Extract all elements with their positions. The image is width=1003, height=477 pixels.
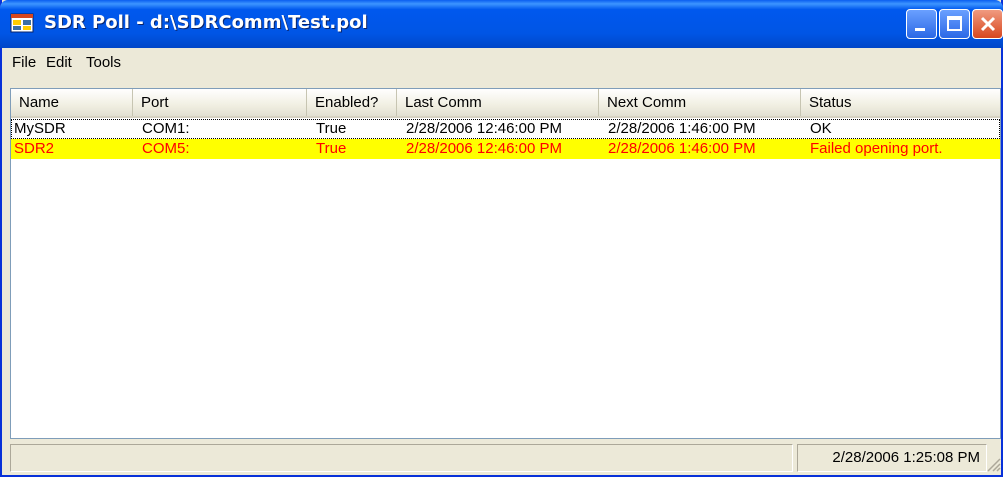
close-button[interactable] [972,9,1003,39]
close-icon [980,16,996,32]
column-header-last-comm[interactable]: Last Comm [397,89,599,116]
maximize-icon [947,16,962,31]
cell-last-comm: 2/28/2006 12:46:00 PM [406,120,562,137]
cell-next-comm: 2/28/2006 1:46:00 PM [608,140,756,157]
title-bar[interactable]: SDR Poll - d:\SDRComm\Test.pol [0,0,1003,48]
cell-last-comm: 2/28/2006 12:46:00 PM [406,140,562,157]
menu-bar: File Edit Tools [2,48,1001,76]
maximize-button[interactable] [939,9,970,39]
column-header-next-comm[interactable]: Next Comm [599,89,801,116]
cell-port: COM1: [142,120,190,137]
menu-edit[interactable]: Edit [46,54,72,71]
column-header-port[interactable]: Port [133,89,307,116]
cell-status: OK [810,120,832,137]
menu-file[interactable]: File [12,54,36,71]
resize-grip-icon[interactable] [985,456,1001,477]
column-header-status[interactable]: Status [801,89,1000,116]
cell-enabled: True [316,120,347,137]
cell-name: MySDR [14,120,66,137]
cell-port: COM5: [142,140,190,157]
cell-name: SDR2 [14,140,55,157]
table-row[interactable]: SDR2 COM5: True 2/28/2006 12:46:00 PM 2/… [11,139,1000,159]
menu-tools[interactable]: Tools [86,54,121,71]
cell-status: Failed opening port. [810,140,943,157]
app-window-icon[interactable] [10,12,34,34]
minimize-button[interactable] [906,9,937,39]
column-header-name[interactable]: Name [11,89,133,116]
cell-enabled: True [316,140,347,157]
minimize-icon [915,28,925,31]
window-title: SDR Poll - d:\SDRComm\Test.pol [44,12,368,33]
status-clock: 2/28/2006 1:25:08 PM [797,444,987,472]
column-header-enabled[interactable]: Enabled? [307,89,397,116]
table-row[interactable]: MySDR COM1: True 2/28/2006 12:46:00 PM 2… [11,119,1000,139]
status-panel-message [10,444,793,472]
list-header: Name Port Enabled? Last Comm Next Comm S… [11,89,1000,118]
cell-next-comm: 2/28/2006 1:46:00 PM [608,120,756,137]
sdr-list[interactable]: Name Port Enabled? Last Comm Next Comm S… [10,88,1001,439]
main-window: SDR Poll - d:\SDRComm\Test.pol File Edit… [0,0,1003,477]
status-bar: 2/28/2006 1:25:08 PM [10,442,1001,475]
